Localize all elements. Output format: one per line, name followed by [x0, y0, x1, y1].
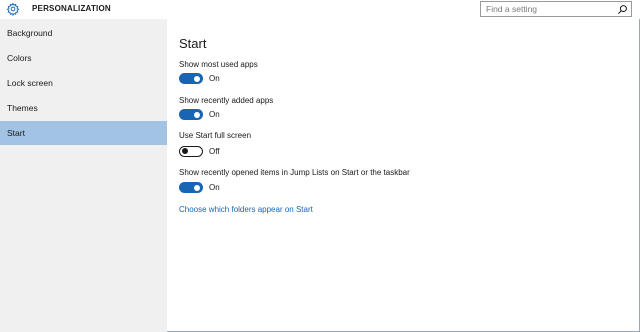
toggle-recently-added-apps[interactable]	[179, 109, 203, 120]
setting-label-start-full-screen: Use Start full screen	[179, 131, 252, 140]
sidebar-item-colors[interactable]: Colors	[0, 46, 167, 70]
search-box[interactable]	[480, 1, 632, 17]
page-title: Start	[179, 36, 207, 51]
sidebar-item-label: Background	[7, 28, 53, 38]
main-content: Start Show most used apps On Show recent…	[167, 19, 639, 331]
toggle-knob	[194, 75, 200, 82]
toggle-knob	[194, 111, 200, 118]
choose-folders-link[interactable]: Choose which folders appear on Start	[179, 205, 313, 214]
sidebar-item-background[interactable]: Background	[0, 21, 167, 45]
search-input[interactable]	[481, 2, 613, 16]
toggle-state-label: On	[209, 110, 220, 119]
toggle-state-label: Off	[209, 147, 220, 156]
search-icon[interactable]	[617, 4, 628, 15]
toggle-knob	[194, 184, 200, 191]
toggle-start-full-screen[interactable]	[179, 146, 203, 157]
toggle-jump-lists[interactable]	[179, 182, 203, 193]
sidebar-item-lock-screen[interactable]: Lock screen	[0, 71, 167, 95]
sidebar: Background Colors Lock screen Themes Sta…	[0, 19, 167, 332]
toggle-knob	[181, 148, 188, 154]
setting-label-most-used-apps: Show most used apps	[179, 60, 258, 69]
gear-icon	[6, 2, 20, 16]
toggle-state-label: On	[209, 74, 220, 83]
setting-label-recently-added-apps: Show recently added apps	[179, 96, 274, 105]
sidebar-item-label: Colors	[7, 53, 32, 63]
sidebar-item-start[interactable]: Start	[0, 121, 167, 145]
toggle-state-label: On	[209, 183, 220, 192]
toggle-most-used-apps[interactable]	[179, 73, 203, 84]
sidebar-item-label: Start	[7, 128, 25, 138]
sidebar-item-label: Lock screen	[7, 78, 53, 88]
setting-label-jump-lists: Show recently opened items in Jump Lists…	[179, 168, 410, 177]
header-bar: PERSONALIZATION	[0, 0, 640, 19]
sidebar-item-themes[interactable]: Themes	[0, 96, 167, 120]
sidebar-item-label: Themes	[7, 103, 38, 113]
page-header-title: PERSONALIZATION	[32, 4, 111, 13]
